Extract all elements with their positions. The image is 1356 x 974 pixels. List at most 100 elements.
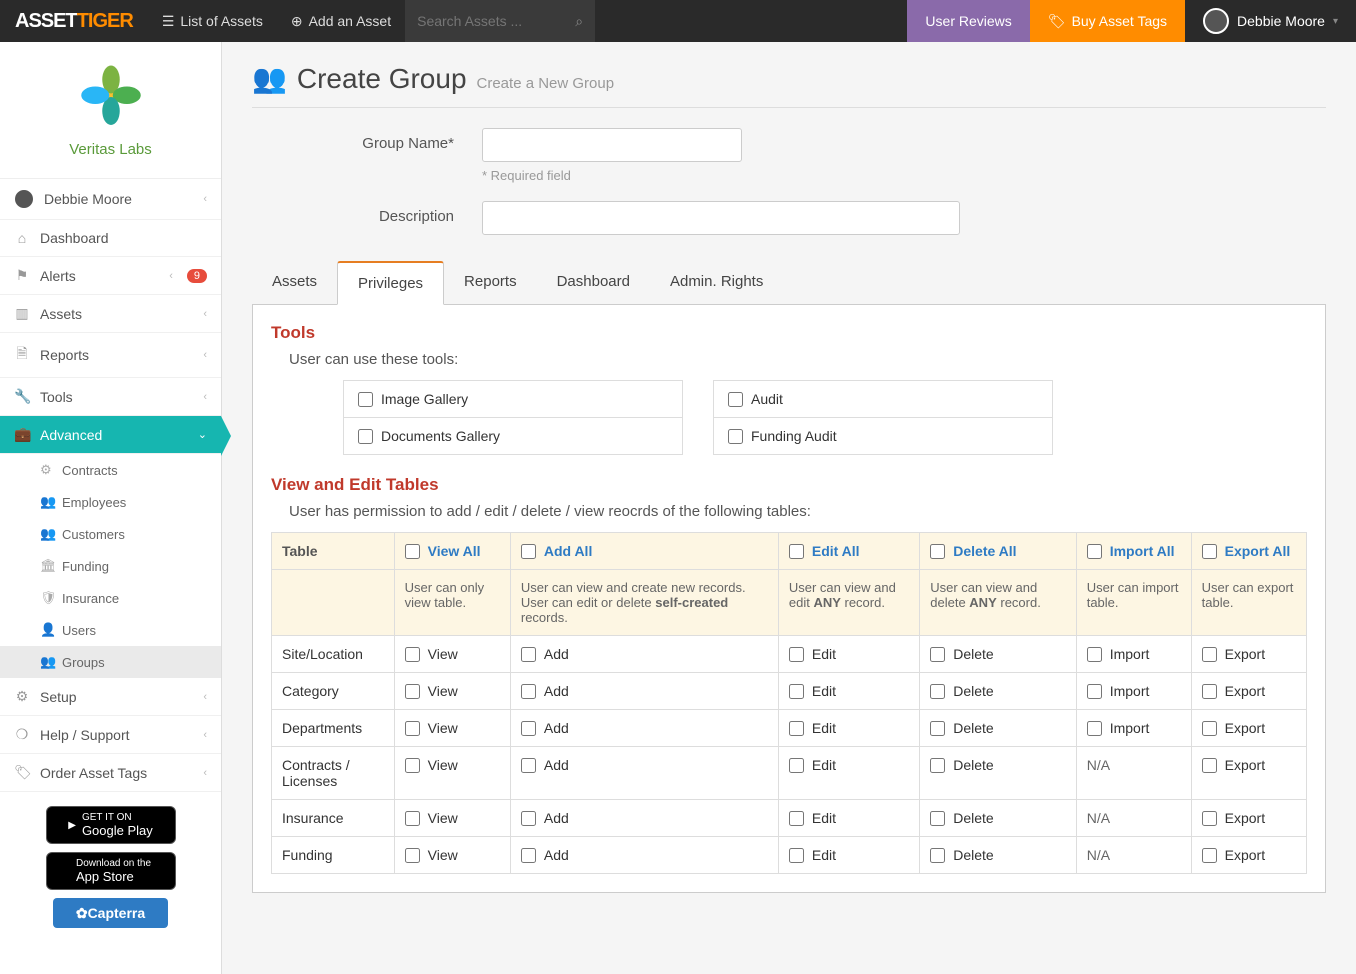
checkbox-export[interactable] xyxy=(1202,758,1217,773)
sliders-icon: ⚙ xyxy=(40,462,54,478)
sidebar-assets[interactable]: ▥Assets‹ xyxy=(0,295,221,333)
checkbox-delete-all[interactable] xyxy=(930,544,945,559)
sidebar-dashboard[interactable]: ⌂Dashboard xyxy=(0,220,221,257)
checkbox-funding-audit[interactable] xyxy=(728,429,743,444)
tool-label: Audit xyxy=(751,391,783,407)
tab-assets[interactable]: Assets xyxy=(252,261,337,304)
sidebar-sub-contracts[interactable]: ⚙Contracts xyxy=(0,454,221,486)
checkbox-delete[interactable] xyxy=(930,721,945,736)
sidebar-sub-funding[interactable]: 🏛Funding xyxy=(0,550,221,582)
search-wrap[interactable]: ⌕ xyxy=(405,0,595,42)
checkbox-add[interactable] xyxy=(521,758,536,773)
th-table: Table xyxy=(272,533,395,570)
checkbox-export[interactable] xyxy=(1202,684,1217,699)
tool-image-gallery[interactable]: Image Gallery xyxy=(344,381,682,417)
checkbox-view[interactable] xyxy=(405,684,420,699)
cell-label: Delete xyxy=(953,757,993,773)
cell-view: View xyxy=(394,837,510,874)
search-input[interactable] xyxy=(417,13,567,29)
sidebar-help[interactable]: ❍Help / Support‹ xyxy=(0,716,221,754)
checkbox-delete[interactable] xyxy=(930,811,945,826)
cell-delete: Delete xyxy=(920,636,1076,673)
checkbox-export[interactable] xyxy=(1202,848,1217,863)
desc-view: User can only view table. xyxy=(394,570,510,636)
checkbox-add[interactable] xyxy=(521,811,536,826)
app-store-button[interactable]: Download on theApp Store xyxy=(46,852,176,890)
checkbox-add-all[interactable] xyxy=(521,544,536,559)
tool-documents-gallery[interactable]: Documents Gallery xyxy=(344,417,682,454)
checkbox-export-all[interactable] xyxy=(1202,544,1217,559)
checkbox-edit[interactable] xyxy=(789,758,804,773)
checkbox-delete[interactable] xyxy=(930,684,945,699)
tab-privileges[interactable]: Privileges xyxy=(337,261,444,305)
cell-edit: Edit xyxy=(778,636,919,673)
checkbox-add[interactable] xyxy=(521,684,536,699)
buy-tags-button[interactable]: 🏷 Buy Asset Tags xyxy=(1030,0,1185,42)
search-icon[interactable]: ⌕ xyxy=(575,13,583,30)
checkbox-export[interactable] xyxy=(1202,647,1217,662)
tabs: Assets Privileges Reports Dashboard Admi… xyxy=(252,261,1326,305)
table-row: Contracts / LicensesViewAddEditDeleteN/A… xyxy=(272,747,1307,800)
checkbox-view[interactable] xyxy=(405,647,420,662)
checkbox-add[interactable] xyxy=(521,848,536,863)
nav-add-label: Add an Asset xyxy=(309,13,392,29)
checkbox-audit[interactable] xyxy=(728,392,743,407)
checkbox-edit[interactable] xyxy=(789,647,804,662)
tab-admin[interactable]: Admin. Rights xyxy=(650,261,783,304)
privileges-table: Table View All Add All Edit All Delete A… xyxy=(271,532,1307,874)
checkbox-view[interactable] xyxy=(405,721,420,736)
nav-add-asset[interactable]: ⊕ Add an Asset xyxy=(277,0,405,42)
sidebar-advanced[interactable]: 💼Advanced⌄ xyxy=(0,416,221,454)
checkbox-delete[interactable] xyxy=(930,647,945,662)
user-reviews-button[interactable]: User Reviews xyxy=(907,0,1029,42)
checkbox-delete[interactable] xyxy=(930,848,945,863)
sidebar-sub-users[interactable]: 👤Users xyxy=(0,614,221,646)
checkbox-edit[interactable] xyxy=(789,848,804,863)
checkbox-import[interactable] xyxy=(1087,647,1102,662)
tab-reports[interactable]: Reports xyxy=(444,261,537,304)
capterra-button[interactable]: ✿ Capterra xyxy=(53,898,168,928)
cell-label: Export xyxy=(1225,646,1265,662)
tool-audit[interactable]: Audit xyxy=(714,381,1052,417)
sidebar-order-tags[interactable]: 🏷Order Asset Tags‹ xyxy=(0,754,221,792)
checkbox-edit[interactable] xyxy=(789,811,804,826)
nav-list-assets[interactable]: ☰ List of Assets xyxy=(148,0,277,42)
checkbox-add[interactable] xyxy=(521,721,536,736)
checkbox-export[interactable] xyxy=(1202,811,1217,826)
sidebar-alerts[interactable]: ⚑Alerts‹9 xyxy=(0,257,221,295)
checkbox-add[interactable] xyxy=(521,647,536,662)
sidebar-user[interactable]: Debbie Moore ‹ xyxy=(0,179,221,220)
checkbox-delete[interactable] xyxy=(930,758,945,773)
cell-label: Export xyxy=(1225,683,1265,699)
google-play-button[interactable]: ▶GET IT ONGoogle Play xyxy=(46,806,176,844)
brand-logo[interactable]: ASSETTIGER xyxy=(0,10,148,33)
checkbox-edit-all[interactable] xyxy=(789,544,804,559)
sidebar-tools[interactable]: 🔧Tools‹ xyxy=(0,378,221,416)
group-name-input[interactable] xyxy=(482,128,742,162)
checkbox-view-all[interactable] xyxy=(405,544,420,559)
tool-funding-audit[interactable]: Funding Audit xyxy=(714,417,1052,454)
checkbox-documents-gallery[interactable] xyxy=(358,429,373,444)
checkbox-view[interactable] xyxy=(405,758,420,773)
sidebar-sub-groups[interactable]: 👥Groups xyxy=(0,646,221,678)
checkbox-view[interactable] xyxy=(405,811,420,826)
row-name: Contracts / Licenses xyxy=(272,747,395,800)
checkbox-edit[interactable] xyxy=(789,721,804,736)
checkbox-view[interactable] xyxy=(405,848,420,863)
sidebar-reports[interactable]: 🗎Reports‹ xyxy=(0,333,221,378)
checkbox-import[interactable] xyxy=(1087,721,1102,736)
checkbox-import-all[interactable] xyxy=(1087,544,1102,559)
checkbox-import[interactable] xyxy=(1087,684,1102,699)
cell-import-na: N/A xyxy=(1076,837,1191,874)
tools-col-right: Audit Funding Audit xyxy=(713,380,1053,455)
checkbox-export[interactable] xyxy=(1202,721,1217,736)
sidebar-sub-employees[interactable]: 👥Employees xyxy=(0,486,221,518)
sidebar-sub-customers[interactable]: 👥Customers xyxy=(0,518,221,550)
sidebar-sub-insurance[interactable]: 🛡Insurance xyxy=(0,582,221,614)
sidebar-setup[interactable]: ⚙Setup‹ xyxy=(0,678,221,716)
description-input[interactable] xyxy=(482,201,960,235)
checkbox-image-gallery[interactable] xyxy=(358,392,373,407)
tab-dashboard[interactable]: Dashboard xyxy=(537,261,650,304)
user-menu[interactable]: Debbie Moore ▾ xyxy=(1185,8,1356,34)
checkbox-edit[interactable] xyxy=(789,684,804,699)
